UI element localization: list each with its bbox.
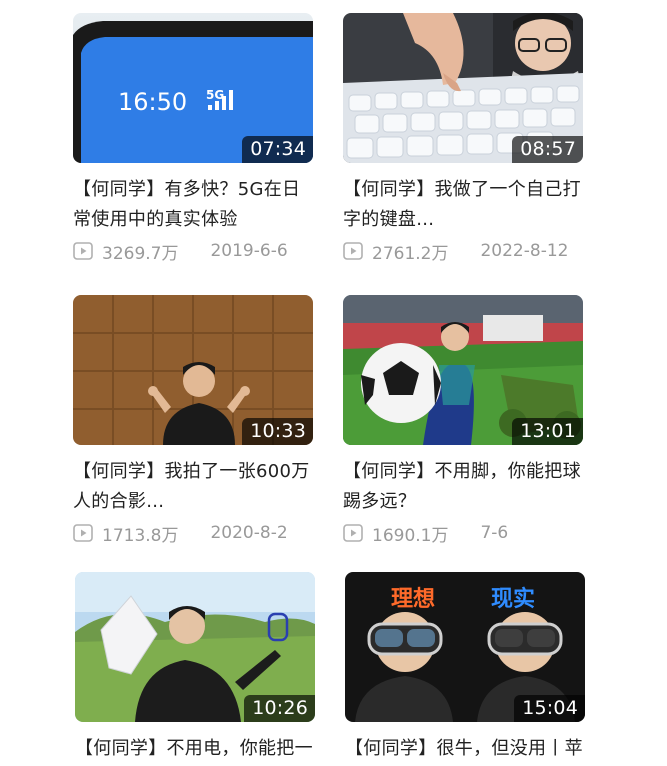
video-meta: 1690.1万 7-6 — [343, 519, 583, 547]
video-meta: 2761.2万 2022-8-12 — [343, 237, 583, 265]
video-thumbnail[interactable]: 理想 现实 15:04 — [345, 572, 585, 722]
publish-date: 2019-6-6 — [210, 241, 288, 261]
video-title[interactable]: 【何同学】不用电，你能把一 — [75, 734, 319, 764]
video-meta: 3269.7万 2019-6-6 — [73, 237, 313, 265]
play-count-icon — [73, 524, 93, 542]
video-duration: 15:04 — [514, 695, 585, 722]
video-thumbnail[interactable]: 13:01 — [343, 295, 583, 445]
video-duration: 10:33 — [242, 418, 313, 445]
video-thumbnail[interactable]: 10:26 — [75, 572, 315, 722]
view-count: 3269.7万 — [102, 243, 179, 264]
video-card[interactable]: 理想 现实 15:04 【何同学】很牛，但没用丨苹 — [345, 572, 585, 764]
video-card[interactable]: 10:26 【何同学】不用电，你能把一 — [75, 572, 315, 764]
video-meta: 1713.8万 2020-8-2 — [73, 519, 313, 547]
view-count: 2761.2万 — [372, 243, 449, 264]
video-card[interactable]: 13:01 【何同学】不用脚，你能把球踢多远？ 1690.1万 7-6 — [343, 295, 583, 547]
video-duration: 07:34 — [242, 136, 313, 163]
video-title[interactable]: 【何同学】很牛，但没用丨苹 — [345, 734, 589, 764]
publish-date: 7-6 — [480, 523, 509, 543]
thumb-right-label: 现实 — [491, 586, 535, 612]
video-title[interactable]: 【何同学】不用脚，你能把球踢多远？ — [343, 457, 587, 517]
video-card[interactable]: 08:57 【何同学】我做了一个自己打字的键盘... 2761.2万 2022-… — [343, 13, 583, 265]
play-count-icon — [343, 242, 363, 260]
video-thumbnail[interactable]: 08:57 — [343, 13, 583, 163]
view-count: 1713.8万 — [102, 525, 179, 546]
publish-date: 2022-8-12 — [480, 241, 569, 261]
video-duration: 13:01 — [512, 418, 583, 445]
video-card[interactable]: 16:50 5G 07:34 【何同学】有多快？5G在日常使用中的真实体验 32… — [73, 13, 313, 265]
video-title[interactable]: 【何同学】我拍了一张600万人的合影... — [73, 457, 317, 517]
play-count-icon — [343, 524, 363, 542]
video-duration: 10:26 — [244, 695, 315, 722]
play-count-icon — [73, 242, 93, 260]
video-card[interactable]: 10:33 【何同学】我拍了一张600万人的合影... 1713.8万 2020… — [73, 295, 313, 547]
thumb-time-text: 16:50 — [118, 88, 187, 116]
view-count: 1690.1万 — [372, 525, 449, 546]
video-title[interactable]: 【何同学】有多快？5G在日常使用中的真实体验 — [73, 175, 317, 235]
video-title[interactable]: 【何同学】我做了一个自己打字的键盘... — [343, 175, 587, 235]
video-thumbnail[interactable]: 10:33 — [73, 295, 313, 445]
video-duration: 08:57 — [512, 136, 583, 163]
publish-date: 2020-8-2 — [210, 523, 288, 543]
thumb-left-label: 理想 — [391, 587, 435, 612]
video-thumbnail[interactable]: 16:50 5G 07:34 — [73, 13, 313, 163]
thumb-network-text: 5G — [206, 88, 224, 102]
